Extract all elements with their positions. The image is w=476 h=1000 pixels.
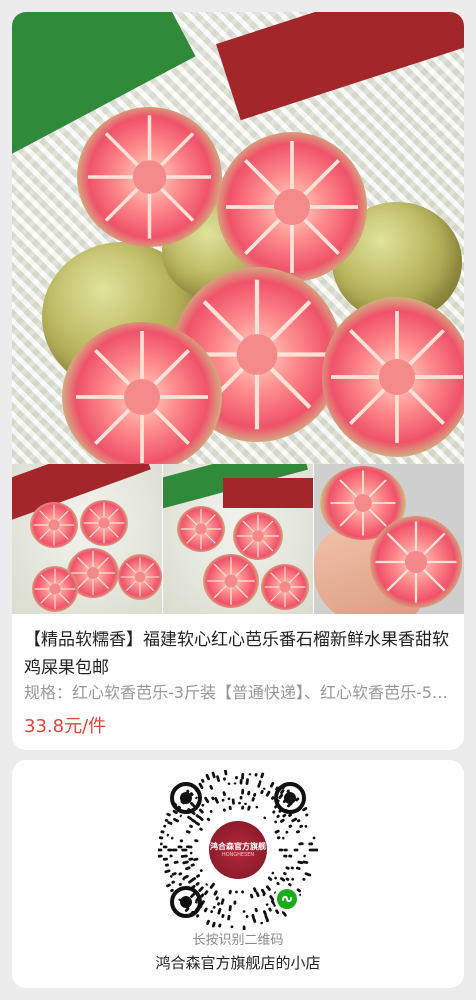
guava-cut [261, 564, 309, 610]
shop-logo-text: 鸿合森官方旗舰 [210, 841, 266, 851]
guava-slice-lines [33, 504, 75, 546]
product-card[interactable]: 【精品软糯香】福建软心红心芭乐番石榴新鲜水果香甜软鸡屎果包邮 规格：红心软香芭乐… [12, 12, 464, 750]
guava-slice-lines [120, 557, 160, 597]
qr-hint: 长按识别二维码 [192, 933, 284, 948]
guava-slice-lines [34, 568, 76, 610]
thumbnail-image[interactable] [12, 464, 162, 614]
shop-logo-badge: 鸿合森官方旗舰 HONGHESEN [209, 821, 267, 879]
qr-card: 鸿合森官方旗舰 HONGHESEN 长按识别二维码 鸿合森官方旗舰店的小店 [12, 760, 464, 988]
guava-cut [322, 297, 464, 457]
product-thumbnails [12, 464, 464, 614]
product-main-image[interactable] [12, 12, 464, 464]
guava-slice-lines [375, 521, 457, 603]
shop-logo: 鸿合森官方旗舰 HONGHESEN [203, 815, 273, 885]
guava-slice-lines [264, 566, 306, 608]
guava-slice-lines [180, 508, 222, 550]
guava-slice-lines [87, 115, 212, 239]
guava-cut [233, 512, 283, 560]
shop-name[interactable]: 鸿合森官方旗舰店的小店 [12, 952, 464, 974]
guava-slice-lines [236, 514, 280, 558]
guava-cut [177, 506, 225, 552]
product-title[interactable]: 【精品软糯香】福建软心红心芭乐番石榴新鲜水果香甜软鸡屎果包邮 [24, 626, 452, 682]
shop-logo-subtext: HONGHESEN [221, 851, 255, 858]
thumbnail-image[interactable] [163, 464, 313, 614]
guava-cut [370, 516, 462, 608]
guava-slice-lines [76, 331, 208, 463]
guava-slice-lines [331, 311, 463, 443]
product-spec[interactable]: 规格：红心软香芭乐-3斤装【普通快递】、红心软香芭乐-5斤装【普通快递】 [24, 682, 452, 704]
miniprogram-icon [277, 889, 297, 909]
guava-slice-lines [83, 502, 125, 544]
wechat-miniprogram-icon [274, 886, 300, 912]
qr-code[interactable]: 鸿合森官方旗舰 HONGHESEN [156, 768, 320, 931]
guava-cut [77, 107, 222, 247]
guava-slice-lines [207, 557, 255, 605]
guava-cut [30, 502, 78, 548]
product-price: 33.8元/件 [24, 716, 107, 737]
link-icon [282, 895, 292, 903]
guava-cut [80, 500, 128, 546]
guava-cut [62, 322, 222, 464]
guava-cut [203, 554, 259, 608]
guava-cut [32, 566, 78, 612]
guava-cut [217, 132, 367, 282]
guava-slice-lines [226, 141, 358, 273]
red-crate [223, 478, 313, 508]
thumbnail-image[interactable] [314, 464, 464, 614]
guava-cut [118, 554, 162, 600]
